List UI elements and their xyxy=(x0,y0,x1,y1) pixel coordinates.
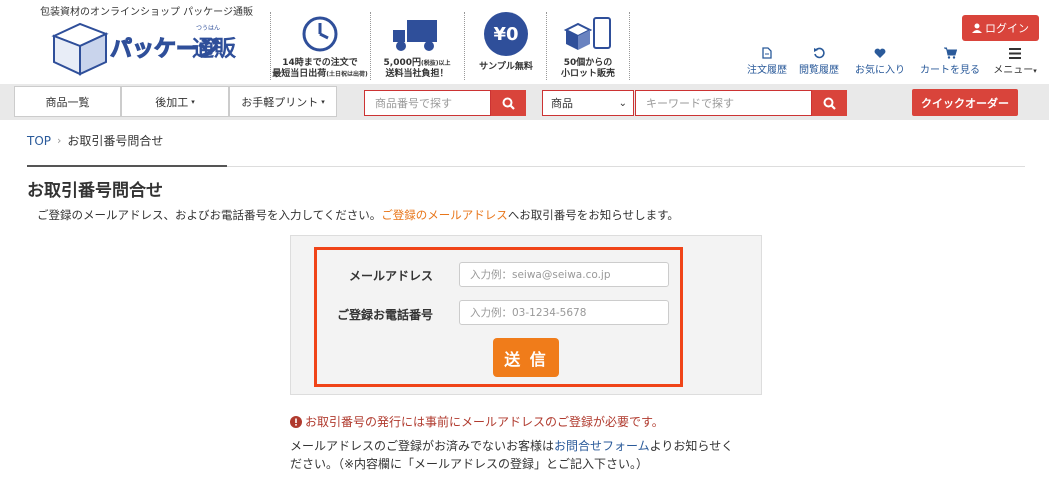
page-title: お取引番号問合せ xyxy=(27,181,163,201)
heart-icon xyxy=(851,45,909,61)
breadcrumb: TOP › お取引番号問合せ xyxy=(27,132,163,149)
yen-zero-icon: ¥0 xyxy=(466,10,546,58)
truck-icon xyxy=(372,10,462,58)
feature-small-lot: 50個からの 小ロット販売 xyxy=(548,10,628,82)
search-icon xyxy=(502,97,515,110)
caret-down-icon: ▾ xyxy=(321,97,325,106)
keyword-search-button[interactable] xyxy=(812,90,847,116)
hamburger-icon xyxy=(989,45,1041,61)
product-number-search-input[interactable]: 商品番号で探す xyxy=(364,90,491,116)
feature-free-shipping: 5,000円(税抜)以上 送料当社負担！ xyxy=(372,10,462,82)
breadcrumb-current: お取引番号問合せ xyxy=(67,134,164,148)
phone-field[interactable]: 入力例：03-1234-5678 xyxy=(459,300,669,325)
nav-menu[interactable]: メニュー▾ xyxy=(989,45,1041,76)
site-logo[interactable]: パッケージ 通販 つうはん xyxy=(50,16,240,78)
nav-browsing-history[interactable]: 閲覧履歴 xyxy=(796,45,842,76)
exclamation-circle-icon xyxy=(290,415,302,428)
feature-same-day-shipping: 14時までの注文で 最短当日出荷(土日祝は出荷) xyxy=(272,10,368,82)
clock-icon xyxy=(272,10,368,58)
logo-ruby: つうはん xyxy=(196,25,220,32)
breadcrumb-home-link[interactable]: TOP xyxy=(27,134,51,148)
boxes-icon xyxy=(548,10,628,58)
feature-free-sample: ¥0 サンプル無料 xyxy=(466,10,546,82)
caret-down-icon: ▾ xyxy=(191,97,195,106)
phone-label: ご登録お電話番号 xyxy=(336,308,433,322)
email-field[interactable]: 入力例：seiwa@seiwa.co.jp xyxy=(459,262,669,287)
intro-text: ご登録のメールアドレス、およびお電話番号を入力してください。ご登録のメールアドレ… xyxy=(37,208,679,222)
title-accent-bar xyxy=(27,165,227,167)
nav-order-history[interactable]: 注文履歴 xyxy=(744,45,790,76)
easy-print-button[interactable]: お手軽プリント ▾ xyxy=(229,86,337,117)
contact-form-link[interactable]: お問合せフォーム xyxy=(554,439,650,453)
user-icon xyxy=(972,23,982,33)
post-processing-button[interactable]: 後加工 ▾ xyxy=(121,86,229,117)
warning-message: お取引番号の発行には事前にメールアドレスのご登録が必要です。 xyxy=(290,413,664,430)
nav-cart[interactable]: カートを見る xyxy=(916,45,984,76)
nav-favorites[interactable]: お気に入り xyxy=(851,45,909,76)
svg-text:通販: 通販 xyxy=(192,37,237,62)
chevron-right-icon: › xyxy=(57,134,62,147)
product-list-button[interactable]: 商品一覧 xyxy=(14,86,121,117)
search-icon xyxy=(823,97,836,110)
registration-note: メールアドレスのご登録がお済みでないお客様はお問合せフォームよりお知らせく ださ… xyxy=(290,439,734,471)
product-number-search-button[interactable] xyxy=(491,90,526,116)
login-button[interactable]: ログイン xyxy=(962,15,1039,41)
cart-icon xyxy=(916,45,984,61)
quick-order-button[interactable]: クイックオーダー xyxy=(912,89,1018,116)
keyword-search-input[interactable]: キーワードで探す xyxy=(635,90,812,116)
submit-button[interactable]: 送 信 xyxy=(493,338,559,377)
document-icon xyxy=(744,45,790,61)
chevron-down-icon: ⌄ xyxy=(618,97,627,109)
category-select[interactable]: 商品 ⌄ xyxy=(542,90,634,116)
history-icon xyxy=(796,45,842,61)
email-label: メールアドレス xyxy=(348,269,433,283)
